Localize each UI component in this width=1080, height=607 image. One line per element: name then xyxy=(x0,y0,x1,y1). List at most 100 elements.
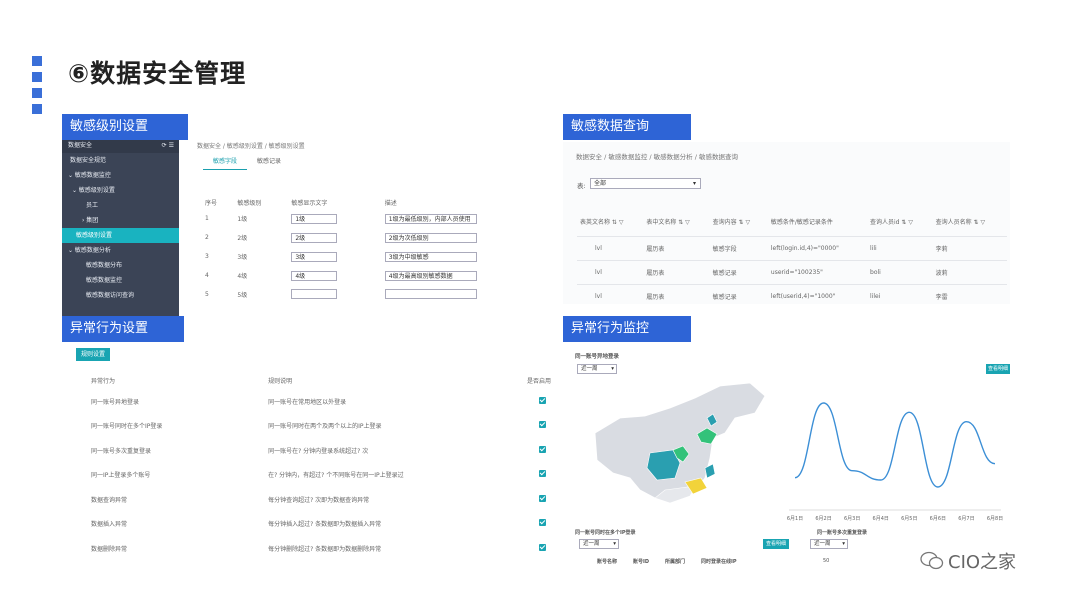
period-select-1[interactable]: 近一周 ▾ xyxy=(577,364,617,374)
display-text-input[interactable] xyxy=(291,288,338,299)
sidebar-item-group[interactable]: › 集团 xyxy=(62,213,179,228)
cell: lvl xyxy=(595,292,602,300)
table-row: 数据插入异常 每分钟插入超过? 条数据即为数据插入异常 xyxy=(88,512,554,537)
tick-label-50: 50 xyxy=(823,558,830,564)
row-no: 1 xyxy=(205,215,209,222)
table-row: lvl 履历表 敏感记录 userid="100235" boli 波莉 xyxy=(577,260,1007,284)
col-no: 序号 xyxy=(205,199,218,207)
view-detail-button-1[interactable]: 查看明细 xyxy=(986,364,1010,374)
chevron-down-icon: ▾ xyxy=(613,541,616,547)
table-row: 同一账号同时在多个IP登录 同一账号同时在两个及两个以上的IP上登录 xyxy=(88,414,554,439)
x-tick-label: 6月7日 xyxy=(958,516,974,522)
desc-input[interactable]: 1级为最低级别，内部人员使用 xyxy=(384,213,477,224)
row-no: 3 xyxy=(205,253,209,260)
sidebar-item-monitor[interactable]: ⌄ 敏感数据监控 xyxy=(62,168,179,183)
x-tick-label: 6月5日 xyxy=(901,516,917,522)
row-level: 5级 xyxy=(237,292,248,299)
enabled-checkbox[interactable] xyxy=(539,421,546,429)
sidebar-item-distribution[interactable]: 敏感数据分布 xyxy=(62,258,179,273)
cell-behavior: 同一账号多次重复登录 xyxy=(91,447,152,455)
sidebar-item-employee[interactable]: 员工 xyxy=(62,198,179,213)
col-user-id[interactable]: 查询人员id ⇅ ▽ xyxy=(867,208,933,236)
panel-header-anomaly-settings: 异常行为设置 xyxy=(62,316,184,342)
desc-input[interactable]: 3级为中级敏感 xyxy=(384,251,477,262)
display-text-input[interactable]: 4级 xyxy=(291,270,338,281)
col-online-ip: 同时登录在线IP xyxy=(701,559,737,565)
sidebar-title: 数据安全 xyxy=(68,142,93,149)
display-text-input[interactable]: 1级 xyxy=(291,213,338,224)
rule-settings-button[interactable]: 规则设置 xyxy=(76,348,111,361)
cell: lvl xyxy=(595,244,602,252)
display-text-input[interactable]: 2级 xyxy=(291,232,338,243)
sidebar-item-monitoring[interactable]: 敏感数据监控 xyxy=(62,273,179,288)
tab-sensitive-records[interactable]: 敏感记录 xyxy=(247,154,291,170)
period-select-2[interactable]: 近一周 ▾ xyxy=(579,539,619,549)
col-desc: 描述 xyxy=(384,199,397,207)
x-tick-label: 6月4日 xyxy=(873,516,889,522)
enabled-checkbox[interactable] xyxy=(539,494,546,502)
table-filter-select[interactable]: 全部 ▾ xyxy=(590,178,701,189)
display-text-input[interactable]: 3级 xyxy=(291,251,338,262)
sidebar-item-level-settings[interactable]: 敏感级别设置 xyxy=(62,228,179,243)
cell-behavior: 同一账号异地登录 xyxy=(91,398,140,406)
enabled-checkbox[interactable] xyxy=(539,470,546,478)
desc-input[interactable]: 4级为最高级别敏感数据 xyxy=(384,270,477,281)
panel-header-sensitivity-level: 敏感级别设置 xyxy=(62,114,188,140)
anomaly-settings-panel: 规则设置 异常行为 规则说明 是否启用 同一账号异地登录 同一账号在常用地区以外登录 … xyxy=(62,316,558,578)
tab-sensitive-fields[interactable]: 敏感字段 xyxy=(203,154,248,170)
row-level: 4级 xyxy=(237,273,248,280)
chevron-down-icon: ▾ xyxy=(611,366,614,372)
sidebar-item-analysis[interactable]: ⌄ 敏感数据分析 xyxy=(62,243,179,258)
period-select-2-value: 近一周 xyxy=(583,541,600,547)
col-level: 敏感级别 xyxy=(237,199,262,207)
enabled-checkbox[interactable] xyxy=(539,445,546,453)
china-map xyxy=(594,382,766,504)
period-select-3-value: 近一周 xyxy=(814,541,831,547)
col-query-content[interactable]: 查询内容 ⇅ ▽ xyxy=(710,208,768,236)
x-tick-label: 6月8日 xyxy=(987,516,1003,522)
query-result-table: 表英文名称 ⇅ ▽ 表中文名称 ⇅ ▽ 查询内容 ⇅ ▽ 敏感条件/敏感记录条件 查询人… xyxy=(577,208,1007,304)
sidebar-item-spec[interactable]: 数据安全规范 xyxy=(62,153,179,168)
enabled-checkbox[interactable] xyxy=(539,543,546,551)
cell: 履历表 xyxy=(646,269,665,277)
sidebar-item-access-query[interactable]: 敏感数据访问查询 xyxy=(62,288,179,303)
col-user-name[interactable]: 查询人员名称 ⇅ ▽ xyxy=(933,208,1007,236)
table-filter-value: 全部 xyxy=(594,180,607,187)
sidebar-item-level-group[interactable]: ⌄ 敏感级别设置 xyxy=(62,183,179,198)
cell: left(login.id,4)="0000" xyxy=(770,244,839,252)
watermark: CIO之家 xyxy=(920,548,1016,574)
row-level: 2级 xyxy=(237,235,248,242)
enabled-checkbox[interactable] xyxy=(539,396,546,404)
cell-rule: 每分钟删除超过? 条数据即为数据删除异常 xyxy=(268,545,382,553)
table-row: 1 1级 1级 1级为最低级别，内部人员使用 xyxy=(202,209,558,228)
table-row: 3 3级 3级 3级为中级敏感 xyxy=(202,247,558,266)
x-tick-label: 6月6日 xyxy=(930,516,946,522)
col-behavior: 异常行为 xyxy=(91,378,116,385)
view-detail-button-2[interactable]: 查看明细 xyxy=(763,539,790,549)
refresh-menu-icon[interactable]: ⟳ ☰ xyxy=(162,138,174,153)
x-tick-label: 6月3日 xyxy=(844,516,860,522)
col-table-en[interactable]: 表英文名称 ⇅ ▽ xyxy=(577,208,643,236)
cell: 敏感字段 xyxy=(712,245,737,253)
desc-input[interactable] xyxy=(384,288,477,299)
col-table-cn[interactable]: 表中文名称 ⇅ ▽ xyxy=(643,208,709,236)
desc-input[interactable]: 2级为次低级别 xyxy=(384,232,477,243)
cell: 李莉 xyxy=(935,245,948,253)
watermark-text: CIO之家 xyxy=(948,552,1017,573)
col-enabled: 是否启用 xyxy=(526,378,551,385)
period-select-1-value: 近一周 xyxy=(581,366,598,372)
col-account-name: 账号名称 xyxy=(597,559,618,565)
level-table: 序号 敏感级别 敏感显示文字 描述 1 1级 1级 1级为最低级别，内部人员使用 2 2级 2级… xyxy=(202,195,558,304)
tab-bar: 敏感字段 敏感记录 xyxy=(203,154,291,170)
period-select-3[interactable]: 近一周 ▾ xyxy=(810,539,848,549)
cell-rule: 同一账号同时在两个及两个以上的IP上登录 xyxy=(268,423,382,431)
page-title: ⑥数据安全管理 xyxy=(68,59,247,88)
table-row: 同一账号多次重复登录 同一账号在? 分钟内登录系统超过? 次 xyxy=(88,438,554,463)
table-row: lvl 履历表 敏感字段 left(login.id,4)="0000" lili 李莉 xyxy=(577,236,1007,260)
table-row: lvl 履历表 敏感记录 left(userid,4)="1000" lilei 李雷 xyxy=(577,284,1007,304)
table-row: 同一IP上登录多个账号 在? 分钟内，有超过? 个不同账号在同一IP上登录过 xyxy=(88,463,554,488)
anomaly-monitor-panel: 同一账号异地登录 近一周 ▾ 查看明细 6月1日 6月2日 6月3日 6月4日 6月5日 6… xyxy=(563,342,1010,578)
col-account-id: 账号ID xyxy=(633,559,650,565)
chevron-down-icon: ▾ xyxy=(692,180,696,187)
enabled-checkbox[interactable] xyxy=(539,519,546,527)
